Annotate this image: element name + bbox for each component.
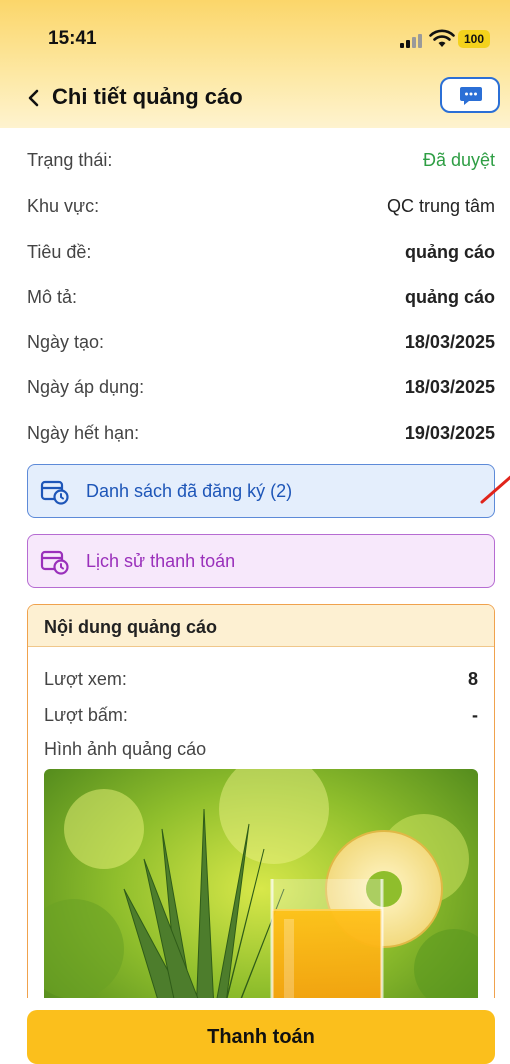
ad-image-row: Hình ảnh quảng cáo xyxy=(44,739,478,760)
app-header: 15:41 100 Chi tiết quảng cáo xyxy=(0,0,510,128)
ad-content-card: Nội dung quảng cáo Lượt xem: 8 Lượt bấm:… xyxy=(27,604,495,1064)
registered-list-label: Danh sách đã đăng ký (2) xyxy=(86,481,293,501)
page-title: Chi tiết quảng cáo xyxy=(52,84,243,109)
ad-content-header: Nội dung quảng cáo xyxy=(28,605,494,647)
detail-label: Mô tả: xyxy=(27,287,78,307)
content-area: Trạng thái: Đã duyệt Khu vực: QC trung t… xyxy=(0,128,510,1064)
detail-label: Ngày áp dụng: xyxy=(27,377,145,397)
detail-label: Ngày tạo: xyxy=(27,332,105,352)
payment-history-button[interactable]: Lịch sử thanh toán xyxy=(27,534,495,588)
ad-content-title: Nội dung quảng cáo xyxy=(44,617,217,637)
pay-button[interactable]: Thanh toán xyxy=(27,1010,495,1064)
detail-row-apply-date: Ngày áp dụng: 18/03/2025 xyxy=(27,373,495,403)
calendar-clock-icon xyxy=(40,550,69,575)
wifi-icon xyxy=(429,29,455,47)
ad-image-label: Hình ảnh quảng cáo xyxy=(44,739,207,759)
back-button[interactable] xyxy=(22,84,46,112)
chat-button[interactable] xyxy=(440,77,500,113)
detail-label: Tiêu đề: xyxy=(27,242,92,262)
annotation-arrow xyxy=(480,475,510,504)
views-label: Lượt xem: xyxy=(44,669,127,689)
footer-bar: Thanh toán xyxy=(0,998,510,1064)
detail-label: Trạng thái: xyxy=(27,150,113,170)
detail-row-description: Mô tả: quảng cáo xyxy=(27,283,495,313)
detail-row-created-date: Ngày tạo: 18/03/2025 xyxy=(27,328,495,358)
calendar-clock-icon xyxy=(40,480,69,505)
signal-icon xyxy=(400,32,424,48)
detail-row-expiry-date: Ngày hết hạn: 19/03/2025 xyxy=(27,419,495,449)
detail-value: QC trung tâm xyxy=(386,196,495,216)
battery-icon: 100 xyxy=(458,30,490,48)
detail-label: Ngày hết hạn: xyxy=(27,423,140,443)
detail-label: Khu vực: xyxy=(27,196,100,216)
detail-row-title: Tiêu đề: quảng cáo xyxy=(27,238,495,268)
detail-value: quảng cáo xyxy=(404,287,495,307)
ad-views-row: Lượt xem: 8 xyxy=(44,669,478,690)
views-value: 8 xyxy=(467,669,478,689)
chevron-left-icon xyxy=(28,89,39,107)
clicks-value: - xyxy=(472,705,478,725)
status-value: Đã duyệt xyxy=(422,150,495,170)
detail-row-region: Khu vực: QC trung tâm xyxy=(27,192,495,222)
detail-value: 18/03/2025 xyxy=(404,377,495,397)
detail-value: quảng cáo xyxy=(404,242,495,262)
chat-icon xyxy=(460,87,482,105)
status-time: 15:41 xyxy=(48,28,97,49)
detail-value: 18/03/2025 xyxy=(404,332,495,352)
payment-history-label: Lịch sử thanh toán xyxy=(86,551,236,571)
status-bar: 15:41 100 xyxy=(0,0,510,70)
ad-clicks-row: Lượt bấm: - xyxy=(44,705,478,726)
clicks-label: Lượt bấm: xyxy=(44,705,128,725)
detail-value: 19/03/2025 xyxy=(404,423,495,443)
detail-row-status: Trạng thái: Đã duyệt xyxy=(27,146,495,176)
registered-list-button[interactable]: Danh sách đã đăng ký (2) xyxy=(27,464,495,518)
nav-bar: Chi tiết quảng cáo xyxy=(0,70,510,126)
